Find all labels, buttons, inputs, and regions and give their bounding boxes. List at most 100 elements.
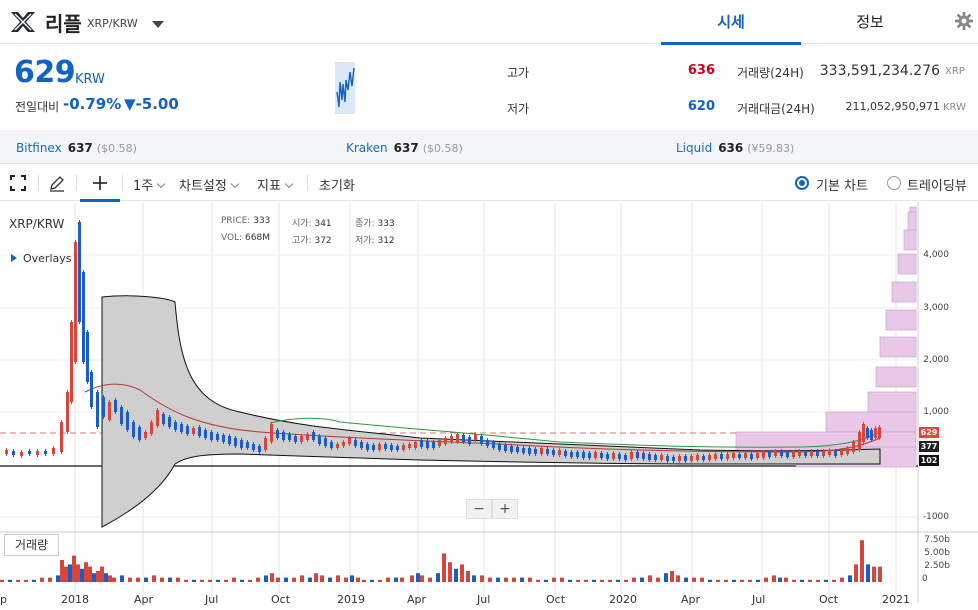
pencil-icon[interactable] (48, 174, 66, 192)
volume-bar (160, 577, 164, 582)
interval-select[interactable]: 1주 (133, 175, 166, 194)
volume-bar (808, 579, 812, 582)
profile-bar (891, 281, 917, 303)
zoom-out-button[interactable]: − (466, 499, 492, 519)
candle-body (810, 451, 813, 456)
toolbar-divider (122, 175, 123, 191)
basic-chart-radio[interactable] (795, 176, 809, 190)
candle-body (5, 450, 8, 454)
overlays-toggle[interactable]: Overlays (11, 252, 72, 265)
candle-body (612, 453, 615, 459)
candle-body (306, 434, 309, 440)
volume-bar (378, 579, 382, 582)
candle-body (828, 450, 831, 455)
candle-body (126, 412, 129, 430)
ohlc-price: PRICE: 333 (221, 216, 271, 226)
candle-body (86, 332, 89, 382)
volume-bar (664, 573, 668, 582)
chart-canvas (0, 202, 978, 602)
gear-icon[interactable] (955, 12, 973, 30)
candle-body (74, 242, 77, 362)
candle-body (804, 452, 807, 456)
tab-info[interactable]: 정보 (800, 0, 940, 44)
volume-bar (716, 579, 720, 582)
candle-body (642, 453, 645, 459)
volume-bar (528, 577, 532, 582)
volume-bar (314, 573, 318, 582)
amount-24h-value: 211,052,950,971 (845, 100, 940, 113)
candle-body (564, 451, 567, 456)
volume-bar (80, 568, 84, 582)
profile-bar (903, 229, 917, 251)
candle-body (360, 442, 363, 448)
fullscreen-icon[interactable] (9, 174, 27, 192)
volume-bar (344, 577, 348, 582)
crosshair-tool[interactable] (80, 165, 120, 202)
candle-body (576, 452, 579, 457)
volume-bar (784, 577, 788, 582)
volume-bar (84, 562, 88, 582)
chevron-down-icon (230, 179, 240, 189)
volume-bar (824, 579, 828, 582)
volume-bar (270, 573, 274, 582)
exchange-name[interactable]: Bitfinex (16, 141, 62, 155)
reset-button[interactable]: 초기화 (319, 175, 355, 194)
candle-body (174, 422, 177, 430)
x-tick: 2019 (337, 593, 365, 606)
candle-body (108, 402, 111, 420)
candle-body (732, 453, 735, 458)
indicators-menu[interactable]: 지표 (257, 175, 294, 194)
exchange-prices-row: Bitfinex 637 ($0.58) Kraken 637 ($0.58) Liqu… (0, 130, 978, 164)
volume-bar (32, 579, 36, 582)
volume-bar (394, 577, 398, 582)
tradingview-radio[interactable] (887, 176, 901, 190)
volume-bar (108, 575, 112, 582)
volume-bar (454, 568, 458, 582)
candle-body (312, 432, 315, 440)
candle-body (234, 438, 237, 446)
tradingview-label[interactable]: 트레이딩뷰 (907, 175, 967, 194)
chart-pair-label: XRP/KRW (9, 217, 65, 231)
volume-bar (442, 553, 446, 582)
volume-bar (764, 577, 768, 582)
chart-settings-menu[interactable]: 차트설정 (179, 175, 240, 194)
bollinger-bands (84, 295, 881, 528)
candle-body (300, 436, 303, 442)
candle-body (90, 372, 93, 407)
volume-tick: 2.50b (924, 561, 950, 571)
exchange-usd: ($0.58) (422, 142, 463, 155)
candle-body (120, 407, 123, 424)
volume-bar (832, 579, 836, 582)
candle-body (12, 451, 15, 455)
exchange-name[interactable]: Kraken (346, 141, 388, 155)
candle-body (504, 445, 507, 451)
candle-body (36, 451, 39, 455)
volume-bar (466, 571, 470, 582)
candle-body (336, 444, 339, 448)
volume-bars (0, 540, 882, 582)
candle-body (492, 442, 495, 448)
candle-body (528, 448, 531, 454)
volume-bar (68, 564, 72, 582)
price-chart[interactable]: XRP/KRW Overlays PRICE: 333 시가: 341 종가: … (0, 202, 978, 610)
candle-body (390, 445, 393, 450)
volume-bar (8, 579, 12, 582)
candle-body (44, 451, 47, 454)
candle-body (878, 427, 881, 438)
candle-body (516, 447, 519, 452)
volume-bar (88, 566, 92, 582)
candle-body (324, 438, 327, 446)
candle-body (702, 456, 705, 460)
coin-dropdown-icon[interactable] (152, 21, 164, 28)
volume-bar (92, 573, 96, 582)
zoom-in-button[interactable]: + (492, 499, 518, 519)
tab-quote[interactable]: 시세 (661, 0, 801, 45)
exchange-name[interactable]: Liquid (676, 141, 712, 155)
volume-bar (328, 577, 332, 582)
volume-bar (200, 579, 204, 582)
volume-bar (536, 579, 540, 582)
candle-body (786, 452, 789, 457)
candle-body (28, 451, 31, 454)
basic-chart-label[interactable]: 기본 차트 (816, 175, 868, 194)
volume-bar (184, 579, 188, 582)
